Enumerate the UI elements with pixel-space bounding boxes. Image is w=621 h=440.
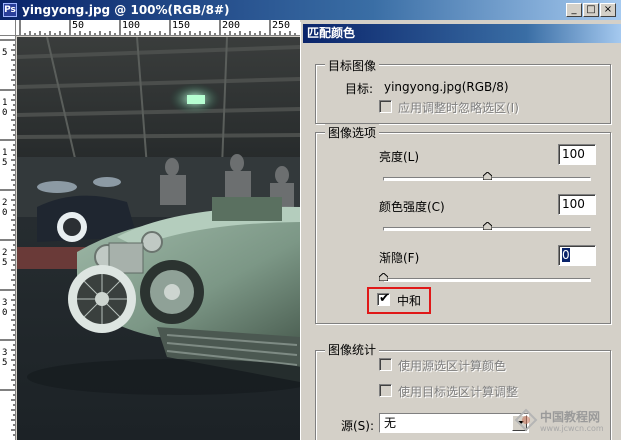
luminance-value: 100 [562, 147, 585, 161]
ruler-label: 2 5 [2, 248, 8, 268]
ruler-label: 3 5 [2, 348, 8, 368]
vertical-ruler: 5 1 0 1 5 2 0 2 5 3 0 3 5 [0, 36, 16, 440]
ruler-label: 1 5 [2, 148, 8, 168]
close-button[interactable]: × [600, 3, 616, 17]
fade-label: 渐隐(F) [379, 251, 420, 265]
photoshop-icon: Ps [3, 3, 17, 17]
fade-input[interactable]: 0 [558, 245, 596, 266]
source-dropdown[interactable]: 无 [379, 413, 529, 433]
image-canvas[interactable] [17, 37, 300, 440]
image-statistics-group-label: 图像统计 [325, 341, 380, 358]
minimize-button[interactable]: _ [566, 3, 582, 17]
luminance-label: 亮度(L) [379, 150, 420, 164]
ruler-label: 1 0 [2, 98, 8, 118]
watermark: 中国教程网 www.jcwcn.com [510, 400, 621, 440]
color-intensity-value: 100 [562, 197, 585, 211]
fade-slider-thumb[interactable] [379, 273, 388, 281]
ruler-label: 100 [122, 20, 141, 31]
dialog-title[interactable]: 匹配颜色 [303, 24, 621, 43]
source-value: 无 [384, 416, 397, 430]
ignore-selection-checkbox[interactable] [379, 100, 392, 113]
luminance-input[interactable]: 100 [558, 144, 596, 165]
use-target-selection-label: 使用目标选区计算调整 [398, 385, 519, 399]
neutralize-checkbox[interactable]: ✔ [377, 291, 390, 306]
watermark-text: 中国教程网 [540, 410, 601, 424]
ruler-label: 150 [172, 20, 191, 31]
source-label: 源(S): [341, 419, 375, 433]
ruler-ticks [0, 39, 15, 436]
document-title-bar[interactable]: Ps yingyong.jpg @ 100%(RGB/8#) _ □ × [0, 0, 621, 20]
target-label: 目标: [345, 82, 374, 96]
ruler-label: 200 [222, 20, 241, 31]
vintage-car-photo [17, 37, 300, 440]
ruler-ticks [19, 20, 296, 35]
ruler-label: 3 0 [2, 298, 8, 318]
horizontal-ruler: 50 100 150 200 250 [16, 20, 300, 36]
color-intensity-input[interactable]: 100 [558, 194, 596, 215]
ruler-label: 2 0 [2, 198, 8, 218]
color-intensity-label: 颜色强度(C) [379, 200, 445, 214]
use-target-selection-checkbox[interactable] [379, 384, 392, 397]
use-source-selection-label: 使用源选区计算颜色 [398, 359, 507, 373]
use-source-selection-checkbox[interactable] [379, 358, 392, 371]
checkmark-icon: ✔ [379, 291, 390, 306]
target-image-group-label: 目标图像 [325, 57, 380, 74]
maximize-button[interactable]: □ [583, 3, 599, 17]
fade-slider[interactable] [383, 278, 591, 282]
color-intensity-slider-thumb[interactable] [483, 222, 492, 230]
image-options-group-label: 图像选项 [325, 124, 380, 141]
document-title: yingyong.jpg @ 100%(RGB/8#) [22, 3, 230, 17]
logo-icon [514, 408, 538, 432]
ruler-origin[interactable] [0, 20, 16, 36]
ruler-label: 5 [2, 48, 8, 58]
ignore-selection-label: 应用调整时忽略选区(I) [398, 101, 519, 115]
watermark-subtext: www.jcwcn.com [540, 424, 604, 433]
ruler-label: 50 [72, 20, 85, 31]
fade-value: 0 [562, 248, 570, 262]
luminance-slider-thumb[interactable] [483, 172, 492, 180]
ruler-label: 250 [272, 20, 291, 31]
match-color-dialog: 匹配颜色 目标图像 目标: yingyong.jpg(RGB/8) 应用调整时忽… [300, 22, 621, 440]
target-value: yingyong.jpg(RGB/8) [384, 80, 509, 94]
neutralize-label: 中和 [397, 294, 422, 308]
